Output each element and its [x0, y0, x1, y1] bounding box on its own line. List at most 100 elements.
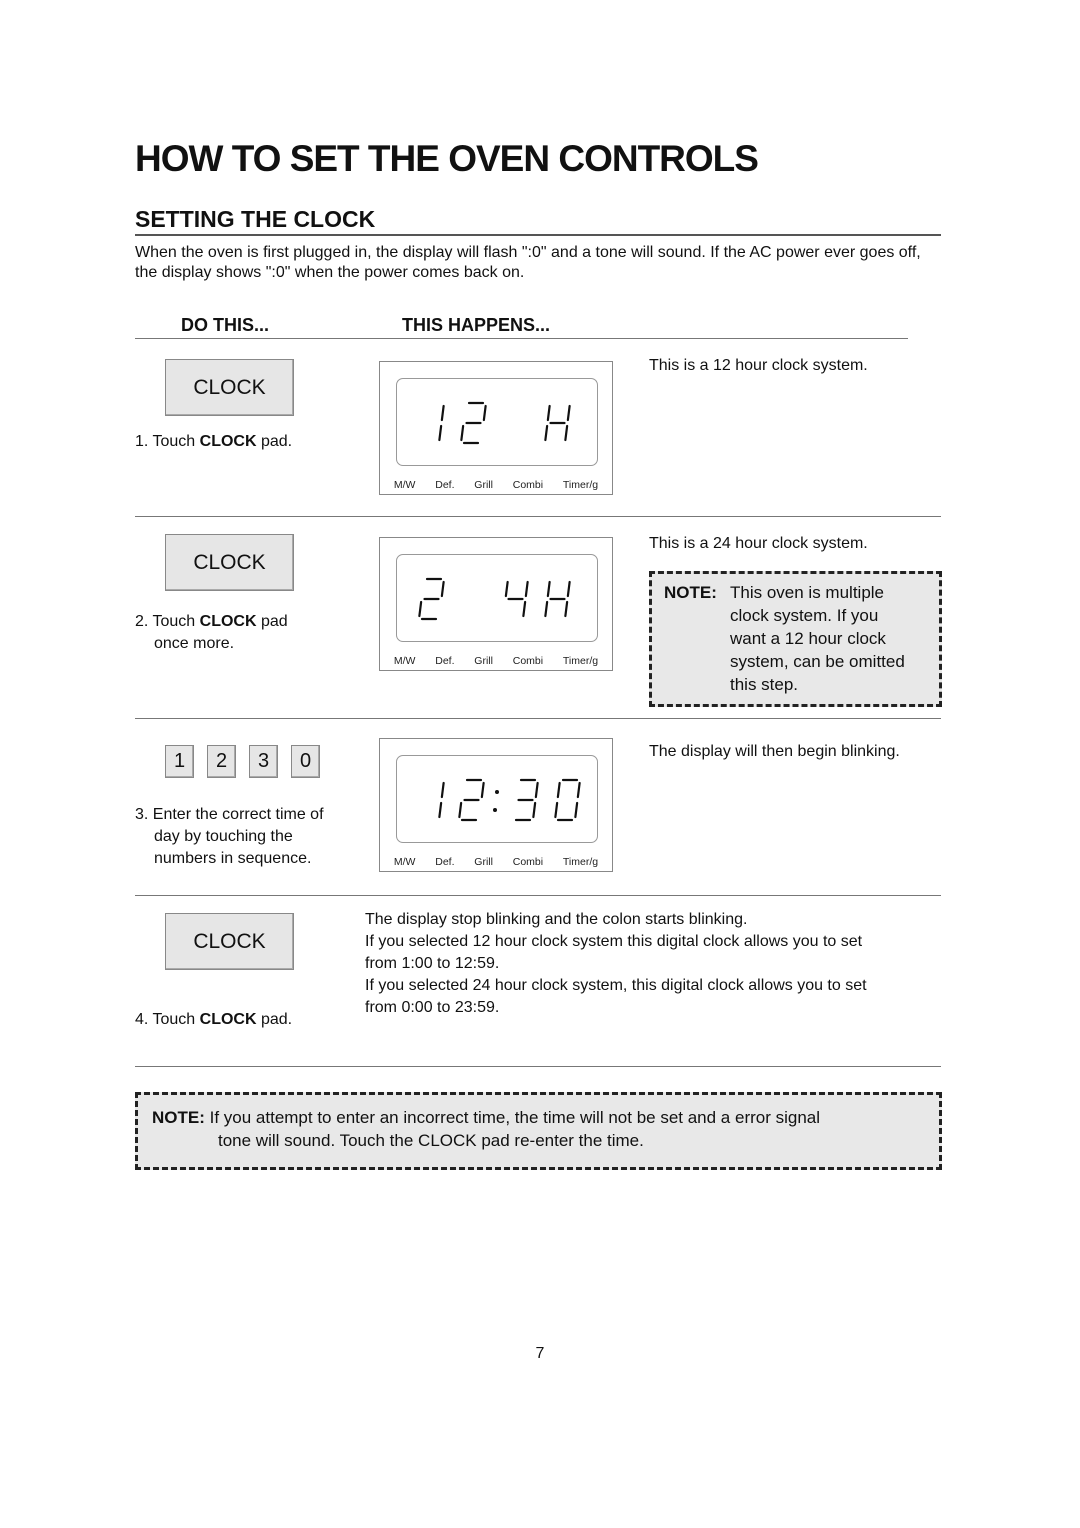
segment-c	[564, 600, 569, 618]
mode-label: Timer/g	[562, 655, 599, 667]
display-digit	[554, 778, 581, 822]
display-digit	[504, 580, 529, 618]
lcd-screen	[396, 755, 598, 843]
segment-b	[566, 580, 571, 598]
note-line: system, can be omitted	[730, 652, 905, 671]
step-text-bold: CLOCK	[199, 1011, 257, 1028]
note-line: clock system. If you	[730, 606, 879, 625]
page-number: 7	[535, 1345, 545, 1362]
note-text: tone will sound. Touch the CLOCK pad re-…	[218, 1131, 644, 1150]
lcd-screen	[396, 554, 598, 642]
step-text: once more.	[154, 635, 235, 652]
step-text: pad	[256, 613, 288, 630]
result-line: If you selected 12 hour clock system thi…	[365, 933, 863, 950]
step-text: 3. Enter the correct time of	[135, 806, 324, 823]
seven-segment-readout	[418, 577, 571, 621]
row-divider	[135, 718, 941, 719]
segment-b	[440, 580, 445, 598]
clock-pad-button[interactable]: CLOCK	[165, 534, 294, 591]
segment-f	[546, 404, 551, 422]
column-header-do-this: DO THIS...	[181, 315, 270, 335]
number-pad-0[interactable]: 0	[291, 745, 320, 778]
note-line: want a 12 hour clock	[730, 629, 886, 648]
segment-e	[544, 424, 549, 442]
segment-b	[482, 404, 487, 422]
display-mode-labels: M/W Def. Grill Combi Timer/g	[380, 856, 612, 868]
result-line: from 1:00 to 12:59.	[365, 955, 500, 972]
step-4-instruction: 4. Touch CLOCK pad.	[135, 1009, 292, 1031]
note-line: this step.	[730, 675, 799, 694]
step-4-result: The display stop blinking and the colon …	[365, 909, 945, 1019]
number-pad-1[interactable]: 1	[165, 745, 194, 778]
number-pad-2[interactable]: 2	[207, 745, 236, 778]
clock-pad-button[interactable]: CLOCK	[165, 913, 294, 970]
step-text: pad.	[256, 1011, 293, 1028]
colon-dot	[495, 790, 499, 794]
incorrect-time-note: NOTE: If you attempt to enter an incorre…	[135, 1092, 942, 1170]
segment-c	[522, 600, 527, 618]
step-3-instruction: 3. Enter the correct time of day by touc…	[135, 804, 324, 870]
mode-label: Def.	[435, 856, 455, 868]
column-header-divider	[135, 338, 908, 339]
segment-b	[440, 404, 445, 422]
segment-b	[566, 404, 571, 422]
segment-c	[532, 801, 537, 819]
note-label: NOTE:	[664, 583, 717, 602]
step-text: 1. Touch	[135, 433, 200, 450]
row-divider	[135, 1066, 941, 1067]
page-title: HOW TO SET THE OVEN CONTROLS	[135, 138, 759, 179]
display-digit	[458, 778, 485, 822]
step-3-result: The display will then begin blinking.	[649, 743, 900, 760]
step-2-instruction: 2. Touch CLOCK pad once more.	[135, 611, 288, 655]
clock-pad-button[interactable]: CLOCK	[165, 359, 294, 416]
mode-label: M/W	[393, 856, 416, 868]
oven-display: M/W Def. Grill Combi Timer/g	[379, 738, 613, 872]
segment-b	[440, 781, 445, 799]
segment-e	[460, 424, 465, 442]
mode-label: Timer/g	[562, 479, 599, 491]
segment-c	[574, 801, 579, 819]
segment-f	[556, 781, 561, 799]
segment-b	[534, 781, 539, 799]
display-mode-labels: M/W Def. Grill Combi Timer/g	[380, 655, 612, 667]
segment-f	[546, 580, 551, 598]
step-1-result: This is a 12 hour clock system.	[649, 357, 868, 374]
number-pad-3[interactable]: 3	[249, 745, 278, 778]
seven-segment-readout	[438, 778, 581, 822]
segment-c	[438, 424, 443, 442]
result-line: The display stop blinking and the colon …	[365, 911, 748, 928]
mode-label: Grill	[474, 856, 493, 868]
step-text: day by touching the	[154, 828, 293, 845]
multiple-clock-note: NOTE: This oven is multiple clock system.…	[649, 571, 942, 707]
segment-b	[576, 781, 581, 799]
step-text-bold: CLOCK	[199, 613, 257, 630]
segment-c	[564, 424, 569, 442]
note-text: This oven is multiple clock system. If yo…	[730, 581, 905, 696]
segment-e	[418, 600, 423, 618]
note-label: NOTE:	[152, 1108, 205, 1127]
step-text: pad.	[256, 433, 293, 450]
section-title: SETTING THE CLOCK	[135, 206, 376, 232]
display-mode-labels: M/W Def. Grill Combi Timer/g	[380, 479, 612, 491]
segment-c	[438, 801, 443, 819]
lcd-screen	[396, 378, 598, 466]
segment-e	[544, 600, 549, 618]
segment-b	[480, 781, 485, 799]
note-text: If you attempt to enter an incorrect tim…	[204, 1108, 821, 1127]
display-digit	[514, 778, 539, 822]
row-divider	[135, 895, 941, 896]
segment-b	[524, 580, 529, 598]
display-digit	[460, 401, 487, 445]
oven-display: M/W Def. Grill Combi Timer/g	[379, 361, 613, 495]
step-2-result: This is a 24 hour clock system.	[649, 535, 868, 552]
result-line: If you selected 24 hour clock system, th…	[365, 977, 867, 994]
result-line: from 0:00 to 23:59.	[365, 999, 500, 1016]
oven-display: M/W Def. Grill Combi Timer/g	[379, 537, 613, 671]
note-line: This oven is multiple	[730, 583, 885, 602]
display-digit	[418, 577, 445, 621]
display-digit	[544, 404, 571, 442]
row-divider	[135, 516, 941, 517]
step-text: numbers in sequence.	[154, 850, 312, 867]
mode-label: Grill	[474, 479, 493, 491]
mode-label: M/W	[393, 479, 416, 491]
